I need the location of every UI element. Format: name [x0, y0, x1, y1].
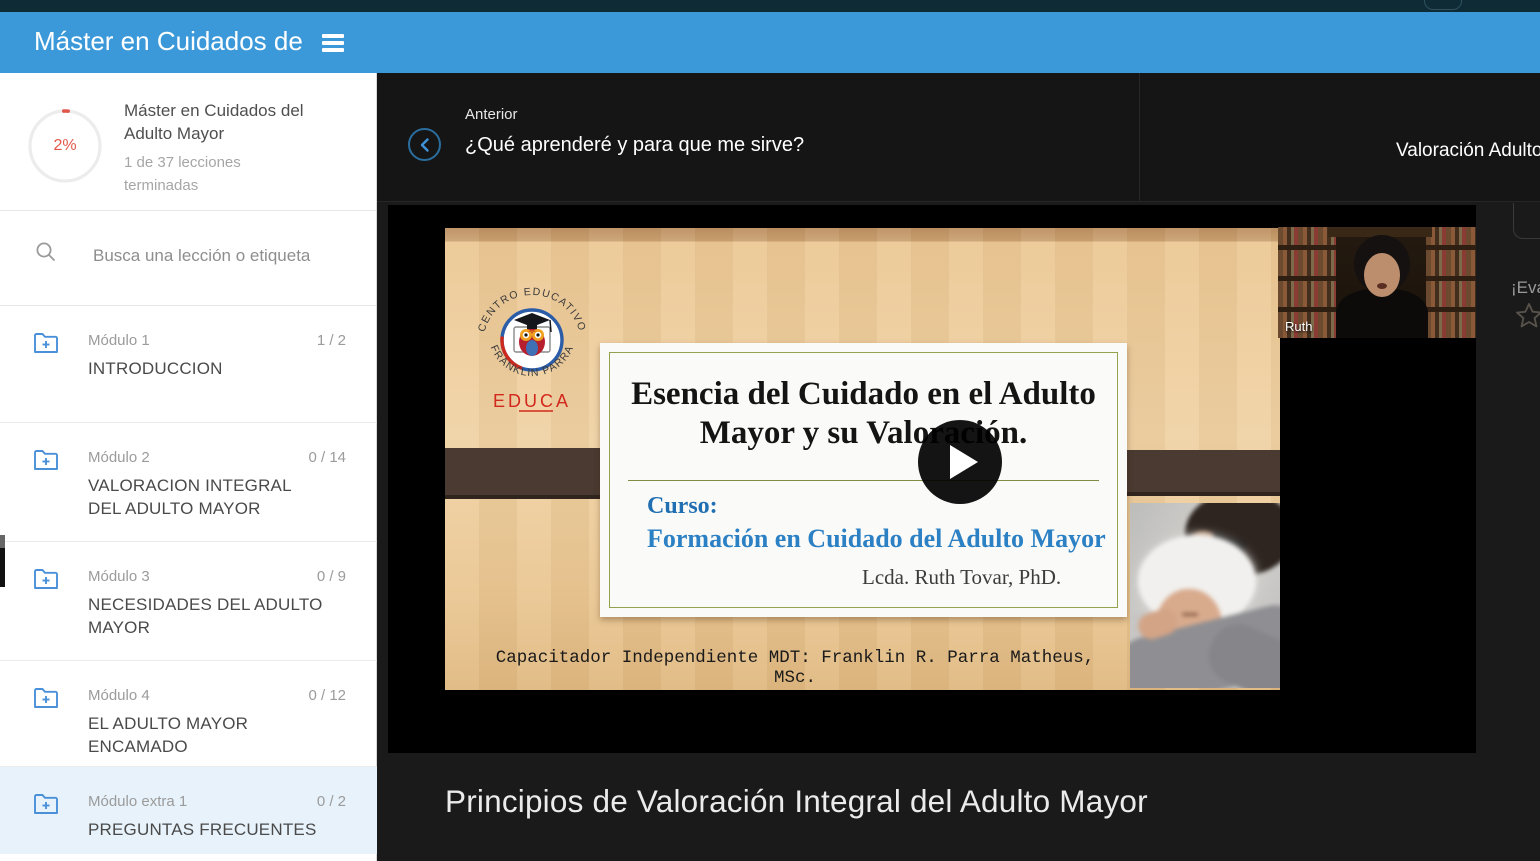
module-count: 1 / 2 — [317, 332, 346, 349]
folder-plus-icon — [33, 448, 59, 477]
sidebar-header: Máster en Cuidados de — [0, 12, 377, 73]
sidebar-item-modulo-1[interactable]: Módulo 1 1 / 2 INTRODUCCION — [0, 306, 377, 423]
module-label: Módulo extra 1 — [88, 793, 187, 810]
edge-overlay-sliver — [0, 535, 5, 587]
folder-plus-icon — [33, 792, 59, 821]
course-title: Máster en Cuidados del Adulto Mayor — [124, 100, 329, 146]
shelf-bar-left — [445, 448, 613, 499]
module-count: 0 / 2 — [317, 793, 346, 810]
slide-title-card: Esencia del Cuidado en el Adulto Mayor y… — [600, 343, 1127, 617]
next-lesson-link[interactable]: Valoración Adulto — [1396, 140, 1540, 162]
video-player[interactable]: CENTRO EDUCATIVO FRANKLIN PARRA EDUCA MÓ… — [388, 205, 1476, 753]
current-lesson-heading: Principios de Valoración Integral del Ad… — [445, 783, 1445, 820]
rate-course-label: ¡Eva — [1511, 278, 1540, 298]
module-label: Módulo 1 — [88, 332, 150, 349]
lesson-search-section — [0, 211, 376, 306]
elderly-care-photo — [1130, 503, 1280, 688]
chevron-left-icon — [418, 137, 432, 153]
app-header-bar: Máster en Cuidados de — [0, 12, 1540, 73]
nav-divider — [1139, 73, 1140, 202]
lessons-completed-status: 1 de 37 lecciones terminadas — [124, 151, 274, 198]
folder-plus-icon — [33, 686, 59, 715]
play-button[interactable] — [918, 420, 1002, 504]
star-icon[interactable] — [1513, 300, 1540, 337]
lesson-nav-bar: Anterior ¿Qué aprenderé y para que me si… — [377, 73, 1540, 202]
browser-widget-fragment — [1424, 0, 1462, 10]
shelf-bar-right — [1108, 450, 1280, 496]
module-title: INTRODUCCION — [88, 358, 328, 381]
course-sidebar: 2% Máster en Cuidados del Adulto Mayor 1… — [0, 73, 377, 861]
module-title: NECESIDADES DEL ADULTO MAYOR — [88, 594, 328, 640]
search-icon — [35, 241, 57, 268]
module-label: Módulo 4 — [88, 687, 150, 704]
search-input[interactable] — [93, 239, 343, 273]
previous-lesson-button[interactable] — [408, 128, 441, 161]
sidebar-item-modulo-3[interactable]: Módulo 3 0 / 9 NECESIDADES DEL ADULTO MA… — [0, 542, 377, 661]
module-label: Módulo 2 — [88, 449, 150, 466]
sidebar-item-modulo-extra-1[interactable]: Módulo extra 1 0 / 2 PREGUNTAS FRECUENTE… — [0, 767, 377, 854]
module-count: 0 / 14 — [308, 449, 346, 466]
sidebar-item-modulo-2[interactable]: Módulo 2 0 / 14 VALORACION INTEGRAL DEL … — [0, 423, 377, 542]
folder-plus-icon — [33, 567, 59, 596]
module-title: VALORACION INTEGRAL DEL ADULTO MAYOR — [88, 475, 328, 521]
slide-course-label: Curso: — [647, 493, 718, 520]
progress-percent: 2% — [28, 109, 102, 183]
module-label: Módulo 3 — [88, 568, 150, 585]
module-title: EL ADULTO MAYOR ENCAMADO — [88, 713, 328, 759]
folder-plus-icon — [33, 331, 59, 360]
module-count: 0 / 9 — [317, 568, 346, 585]
video-slide-thumbnail: CENTRO EDUCATIVO FRANKLIN PARRA EDUCA MÓ… — [445, 228, 1280, 690]
slide-caption: Capacitador Independiente MDT: Franklin … — [475, 648, 1115, 688]
module-count: 0 / 12 — [308, 687, 346, 704]
app-title: Máster en Cuidados de — [34, 26, 316, 60]
module-title: PREGUNTAS FRECUENTES — [88, 819, 328, 842]
logo-brand-text: EDUCA — [493, 391, 571, 411]
play-icon — [950, 445, 978, 479]
course-progress-section: 2% Máster en Cuidados del Adulto Mayor 1… — [0, 73, 376, 211]
presenter-webcam: Ruth — [1278, 227, 1476, 338]
card-divider — [628, 480, 1099, 481]
lesson-main-area: Anterior ¿Qué aprenderé y para que me si… — [377, 73, 1540, 861]
hamburger-menu-icon[interactable] — [322, 31, 348, 55]
presenter-name-label: Ruth — [1285, 319, 1312, 334]
progress-ring: 2% — [28, 109, 102, 183]
previous-label: Anterior — [465, 106, 518, 123]
sidebar-item-modulo-4[interactable]: Módulo 4 0 / 12 EL ADULTO MAYOR ENCAMADO — [0, 661, 377, 767]
previous-lesson-title[interactable]: ¿Qué aprenderé y para que me sirve? — [465, 134, 804, 157]
browser-top-strip — [0, 0, 1540, 12]
action-button-fragment[interactable] — [1513, 203, 1540, 239]
slide-author: Lcda. Ruth Tovar, PhD. — [862, 565, 1061, 590]
slide-title: Esencia del Cuidado en el Adulto Mayor y… — [628, 375, 1099, 453]
course-player-screen: Máster en Cuidados de 2% Máster en Cuida… — [0, 0, 1540, 861]
slide-course-name: Formación en Cuidado del Adulto Mayor — [647, 524, 1106, 554]
